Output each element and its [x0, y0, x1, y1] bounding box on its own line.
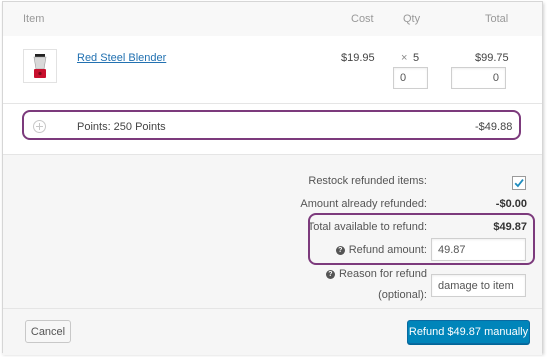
already-refunded-value: -$0.00 — [495, 198, 527, 210]
question-circle-icon[interactable]: ? — [325, 270, 335, 279]
reason-label-line2: (optional): — [378, 289, 427, 301]
table-row: Red Steel Blender $19.95 × 5 $99.75 0 0 — [3, 36, 542, 103]
actions-divider — [3, 308, 542, 309]
reason-input[interactable]: damage to item — [431, 274, 526, 297]
already-refunded-label: Amount already refunded: — [300, 198, 427, 210]
header-qty: Qty — [403, 13, 421, 25]
refund-qty-value: 0 — [400, 72, 407, 84]
items-table-header: Item Cost Qty Total — [3, 2, 542, 37]
fee-label: Points: 250 Points — [77, 121, 166, 133]
header-total: Total — [485, 13, 509, 25]
product-link[interactable]: Red Steel Blender — [77, 52, 166, 64]
fee-amount: -$49.88 — [475, 121, 513, 133]
refund-amount-input[interactable]: 49.87 — [431, 238, 526, 261]
fee-row: Points: 250 Points -$49.88 — [3, 104, 542, 154]
cancel-label: Cancel — [30, 325, 66, 338]
available-value: $49.87 — [493, 221, 527, 233]
reason-label-line1: Reason for refund — [338, 268, 427, 280]
item-qty: 5 — [413, 52, 420, 64]
reason-value: damage to item — [438, 279, 514, 292]
product-thumbnail[interactable] — [23, 49, 57, 83]
refund-amount-label-wrap: ? Refund amount: — [213, 244, 427, 256]
plus-circle-icon[interactable] — [33, 120, 46, 133]
qty-multiplier: × — [401, 52, 408, 64]
item-total: $99.75 — [475, 52, 509, 64]
blender-image — [33, 54, 47, 78]
question-circle-icon[interactable]: ? — [335, 246, 345, 255]
refund-manually-button[interactable]: Refund $49.87 manually — [407, 320, 530, 344]
reason-label-wrap: ? Reason for refund — [213, 268, 427, 280]
checkmark-icon — [514, 179, 524, 188]
restock-label: Restock refunded items: — [308, 175, 427, 187]
refund-qty-input[interactable]: 0 — [393, 67, 428, 89]
refund-amount-label: Refund amount: — [348, 244, 427, 256]
header-cost: Cost — [351, 13, 374, 25]
refund-line-total-input[interactable]: 0 — [451, 67, 506, 89]
refund-label: Refund $49.87 manually — [408, 326, 529, 338]
refund-panel: Item Cost Qty Total Red Steel Blender $1… — [2, 1, 543, 355]
refund-line-total-value: 0 — [492, 72, 499, 84]
header-item: Item — [23, 13, 45, 25]
restock-checkbox[interactable] — [512, 176, 526, 190]
item-cost: $19.95 — [341, 52, 375, 64]
available-label: Total available to refund: — [307, 221, 427, 233]
cancel-button[interactable]: Cancel — [25, 320, 71, 343]
refund-amount-value: 49.87 — [438, 243, 466, 256]
